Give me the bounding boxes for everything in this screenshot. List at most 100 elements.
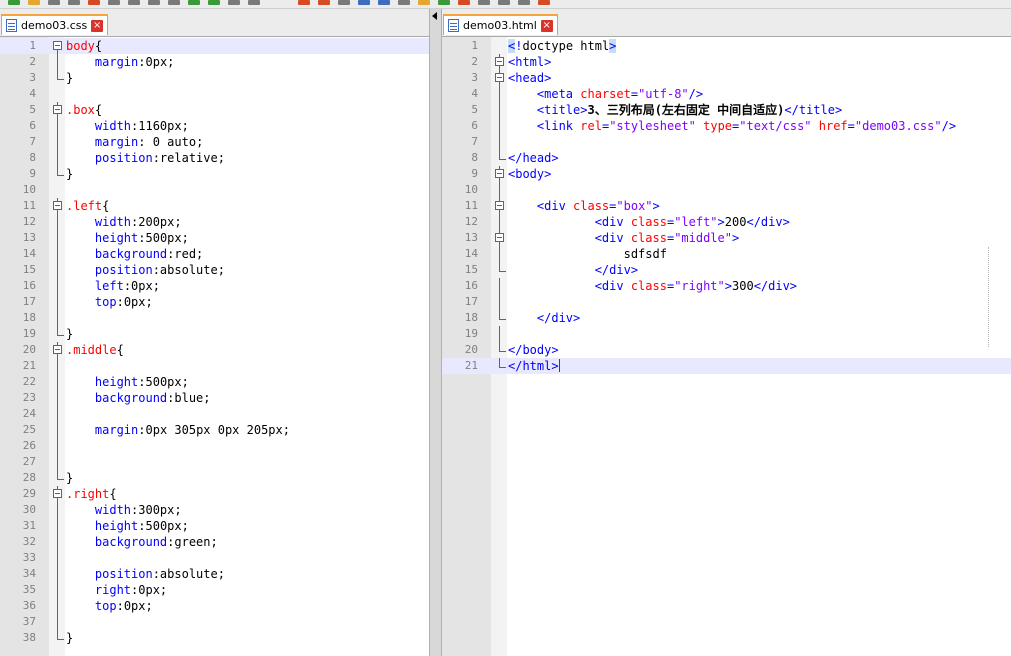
code-line[interactable]: 1 <!doctype html> <box>442 38 1011 54</box>
code-line[interactable]: 21 </html> <box>442 358 1011 374</box>
code-line[interactable]: 3 <head> <box>442 70 1011 86</box>
code-line[interactable]: 12 width:200px; <box>0 214 429 230</box>
code-line[interactable]: 37 <box>0 614 429 630</box>
code-line[interactable]: 4 <meta charset="utf-8"/> <box>442 86 1011 102</box>
code-line[interactable]: 2 <html> <box>442 54 1011 70</box>
code-line[interactable]: 34 position:absolute; <box>0 566 429 582</box>
code-line[interactable]: 6 width:1160px; <box>0 118 429 134</box>
code-line[interactable]: 8 position:relative; <box>0 150 429 166</box>
fold-toggle-icon[interactable] <box>495 73 504 82</box>
tab-demo03-css[interactable]: demo03.css × <box>1 14 109 35</box>
code-line[interactable]: 5 .box{ <box>0 102 429 118</box>
code-line[interactable]: 32 background:green; <box>0 534 429 550</box>
toolbar-button[interactable] <box>378 0 390 5</box>
toolbar-button[interactable] <box>438 0 450 5</box>
fold-toggle-icon[interactable] <box>53 345 62 354</box>
toolbar-button[interactable] <box>538 0 550 5</box>
toolbar-button[interactable] <box>208 0 220 5</box>
code-line[interactable]: 10 <box>0 182 429 198</box>
code-line[interactable]: 21 <box>0 358 429 374</box>
toolbar-button[interactable] <box>478 0 490 5</box>
fold-toggle-icon[interactable] <box>495 233 504 242</box>
code-line[interactable]: 4 <box>0 86 429 102</box>
fold-toggle-icon[interactable] <box>495 57 504 66</box>
toolbar-button[interactable] <box>358 0 370 5</box>
code-line[interactable]: 15 </div> <box>442 262 1011 278</box>
code-line[interactable]: 15 position:absolute; <box>0 262 429 278</box>
code-line[interactable]: 9 <body> <box>442 166 1011 182</box>
code-line[interactable]: 19} <box>0 326 429 342</box>
code-line[interactable]: 30 width:300px; <box>0 502 429 518</box>
code-line[interactable]: 13 height:500px; <box>0 230 429 246</box>
arrow-left-icon[interactable] <box>432 12 437 20</box>
code-line[interactable]: 3} <box>0 70 429 86</box>
code-line[interactable]: 7 margin: 0 auto; <box>0 134 429 150</box>
toolbar-button[interactable] <box>298 0 310 5</box>
toolbar-button[interactable] <box>398 0 410 5</box>
fold-toggle-icon[interactable] <box>53 201 62 210</box>
code-line[interactable]: 27 <box>0 454 429 470</box>
code-line[interactable]: 20 .middle{ <box>0 342 429 358</box>
code-line[interactable]: 38} <box>0 630 429 646</box>
toolbar-button[interactable] <box>248 0 260 5</box>
code-line[interactable]: 13 <div class="middle"> <box>442 230 1011 246</box>
code-line[interactable]: 31 height:500px; <box>0 518 429 534</box>
code-line[interactable]: 10 <box>442 182 1011 198</box>
code-line[interactable]: 14 background:red; <box>0 246 429 262</box>
toolbar-button[interactable] <box>108 0 120 5</box>
code-line[interactable]: 25 margin:0px 305px 0px 205px; <box>0 422 429 438</box>
code-line[interactable]: 14 sdfsdf <box>442 246 1011 262</box>
close-icon[interactable]: × <box>91 19 104 32</box>
toolbar-button[interactable] <box>148 0 160 5</box>
fold-toggle-icon[interactable] <box>53 105 62 114</box>
code-line[interactable]: 12 <div class="left">200</div> <box>442 214 1011 230</box>
code-editor-css[interactable]: 1 body{2 margin:0px; 3} 4 5 .box{6 width:1160… <box>0 37 429 656</box>
toolbar-button[interactable] <box>48 0 60 5</box>
toolbar-button[interactable] <box>168 0 180 5</box>
code-line[interactable]: 19 <box>442 326 1011 342</box>
code-line[interactable]: 22 height:500px; <box>0 374 429 390</box>
toolbar-button[interactable] <box>518 0 530 5</box>
toolbar-button[interactable] <box>188 0 200 5</box>
code-line[interactable]: 29 .right{ <box>0 486 429 502</box>
code-line[interactable]: 36 top:0px; <box>0 598 429 614</box>
code-line[interactable]: 11 .left{ <box>0 198 429 214</box>
code-line[interactable]: 2 margin:0px; <box>0 54 429 70</box>
toolbar-button[interactable] <box>418 0 430 5</box>
code-line[interactable]: 28} <box>0 470 429 486</box>
code-line[interactable]: 17 <box>442 294 1011 310</box>
code-line[interactable]: 33 <box>0 550 429 566</box>
code-line[interactable]: 6 <link rel="stylesheet" type="text/css"… <box>442 118 1011 134</box>
fold-toggle-icon[interactable] <box>53 41 62 50</box>
fold-toggle-icon[interactable] <box>495 201 504 210</box>
code-line[interactable]: 26 <box>0 438 429 454</box>
code-line[interactable]: 18 <box>0 310 429 326</box>
code-line[interactable]: 9} <box>0 166 429 182</box>
code-line[interactable]: 18 </div> <box>442 310 1011 326</box>
toolbar-button[interactable] <box>318 0 330 5</box>
toolbar-button[interactable] <box>128 0 140 5</box>
code-line[interactable]: 35 right:0px; <box>0 582 429 598</box>
code-line[interactable]: 16 left:0px; <box>0 278 429 294</box>
pane-splitter[interactable] <box>429 9 442 656</box>
code-line[interactable]: 8 </head> <box>442 150 1011 166</box>
toolbar-button[interactable] <box>338 0 350 5</box>
code-line[interactable]: 16 <div class="right">300</div> <box>442 278 1011 294</box>
code-editor-html[interactable]: 1 <!doctype html> 2 <html> 3 <head> 4 <meta ch… <box>442 37 1011 656</box>
code-line[interactable]: 23 background:blue; <box>0 390 429 406</box>
code-line[interactable]: 1 body{ <box>0 38 429 54</box>
code-line[interactable]: 11 <div class="box"> <box>442 198 1011 214</box>
toolbar-button[interactable] <box>28 0 40 5</box>
toolbar-button[interactable] <box>88 0 100 5</box>
code-line[interactable]: 5 <title>3、三列布局(左右固定 中间自适应)</title> <box>442 102 1011 118</box>
toolbar-button[interactable] <box>498 0 510 5</box>
toolbar-button[interactable] <box>458 0 470 5</box>
fold-toggle-icon[interactable] <box>53 489 62 498</box>
code-line[interactable]: 7 <box>442 134 1011 150</box>
toolbar-button[interactable] <box>228 0 240 5</box>
code-line[interactable]: 17 top:0px; <box>0 294 429 310</box>
fold-toggle-icon[interactable] <box>495 169 504 178</box>
code-line[interactable]: 24 <box>0 406 429 422</box>
code-line[interactable]: 20 </body> <box>442 342 1011 358</box>
tab-demo03-html[interactable]: demo03.html × <box>443 14 558 35</box>
